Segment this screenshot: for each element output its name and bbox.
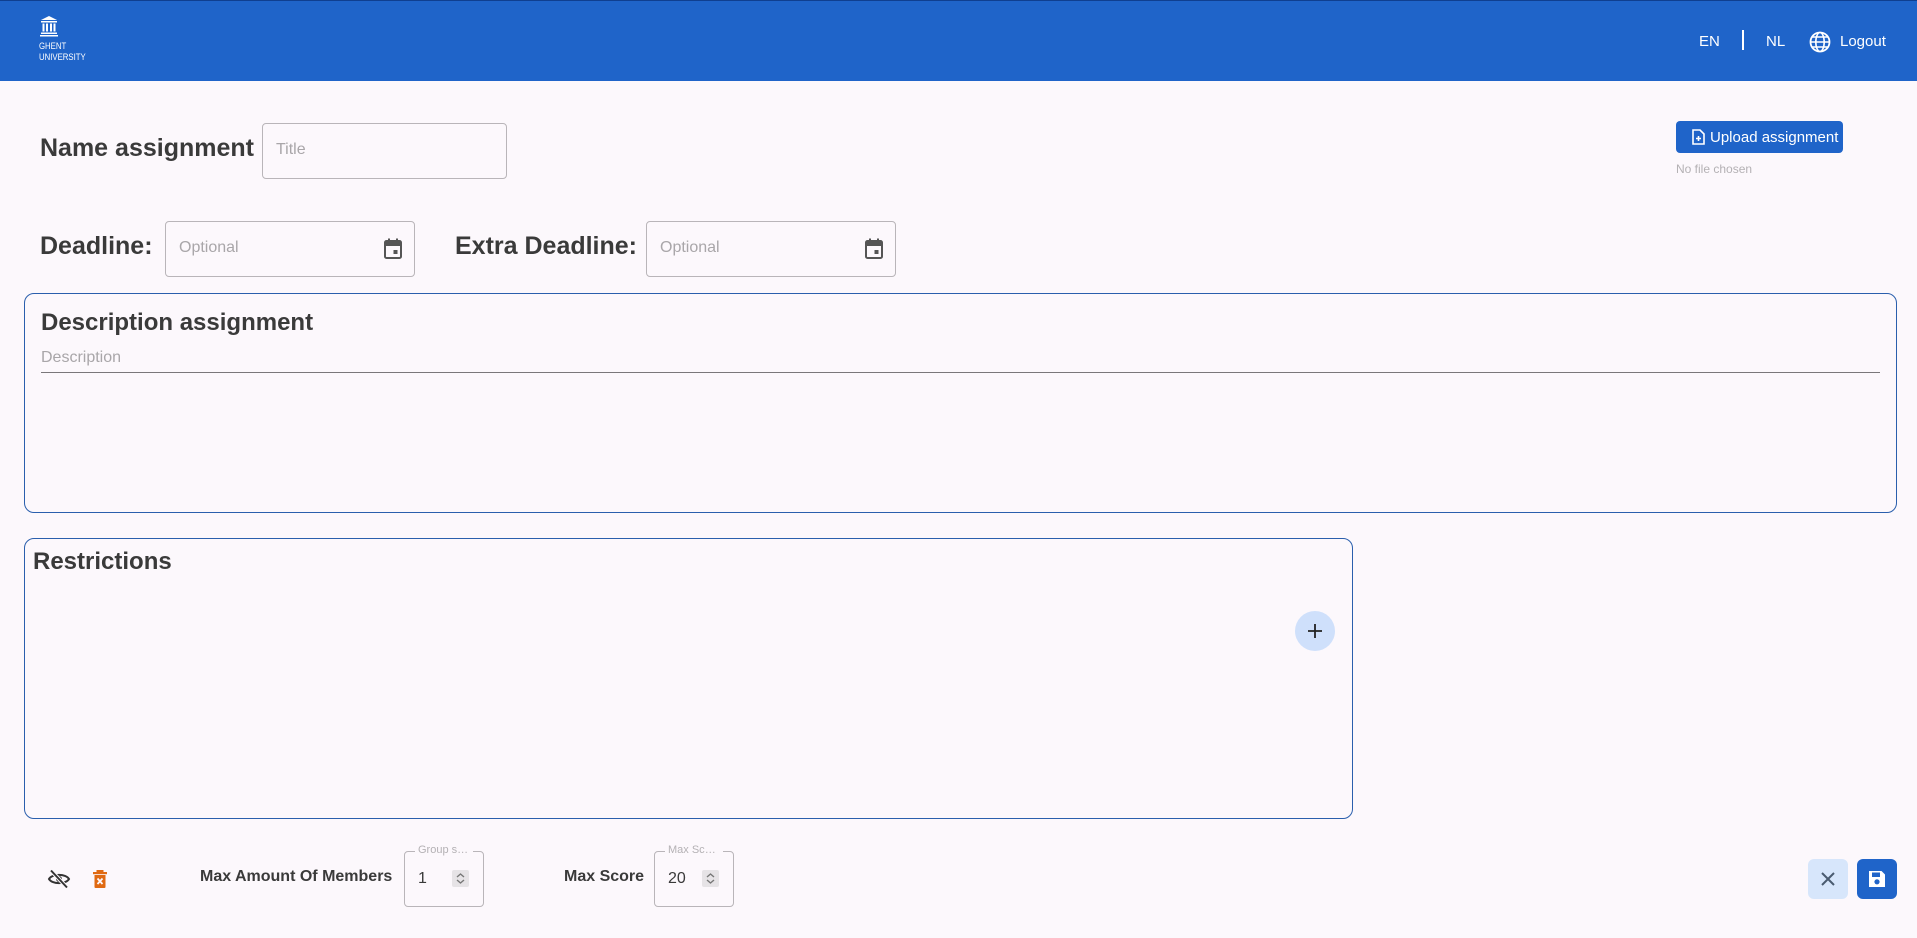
deadline-placeholder: Optional	[179, 239, 239, 256]
upload-assignment-label: Upload assignment	[1710, 129, 1839, 146]
logout-link[interactable]: Logout	[1840, 33, 1886, 50]
globe-icon[interactable]	[1808, 30, 1832, 54]
extra-deadline-input[interactable]: Optional	[646, 221, 896, 277]
description-underline	[41, 372, 1880, 373]
spinner-arrows-icon	[456, 873, 465, 884]
logo-text: GHENT UNIVERSITY	[39, 41, 86, 63]
delete-icon[interactable]	[88, 867, 112, 891]
calendar-icon[interactable]	[383, 238, 403, 260]
deadline-input[interactable]: Optional	[165, 221, 415, 277]
file-upload-icon	[1692, 129, 1705, 145]
restrictions-panel: Restrictions	[24, 538, 1353, 819]
spinner-arrows-icon	[706, 873, 715, 884]
language-divider	[1742, 30, 1744, 50]
top-app-bar: GHENT UNIVERSITY EN NL Logout	[0, 0, 1917, 81]
description-panel: Description assignment Description	[24, 293, 1897, 513]
max-members-label: Max Amount Of Members	[200, 868, 393, 885]
max-members-input[interactable]: Group size 1	[404, 844, 484, 907]
university-logo[interactable]: GHENT UNIVERSITY	[36, 15, 86, 65]
max-score-spinner[interactable]	[702, 870, 719, 887]
language-en-link[interactable]: EN	[1699, 33, 1720, 50]
close-icon	[1821, 872, 1835, 886]
cancel-button[interactable]	[1808, 859, 1848, 899]
visibility-off-icon[interactable]	[47, 867, 71, 891]
max-score-input[interactable]: Max Score 20	[654, 844, 734, 907]
upload-assignment-button[interactable]: Upload assignment	[1676, 121, 1843, 153]
name-assignment-label: Name assignment	[40, 134, 254, 162]
language-nl-link[interactable]: NL	[1766, 33, 1785, 50]
description-title: Description assignment	[41, 309, 314, 336]
restrictions-title: Restrictions	[33, 548, 172, 575]
max-members-spinner[interactable]	[452, 870, 469, 887]
extra-deadline-placeholder: Optional	[660, 239, 720, 256]
max-score-legend: Max Score	[665, 844, 723, 856]
save-icon	[1869, 871, 1885, 887]
add-restriction-button[interactable]	[1295, 611, 1335, 651]
max-score-value: 20	[668, 870, 686, 887]
max-members-value: 1	[418, 870, 427, 887]
description-textarea[interactable]: Description	[41, 349, 121, 367]
deadline-label: Deadline:	[40, 232, 153, 260]
calendar-icon[interactable]	[864, 238, 884, 260]
title-input[interactable]: Title	[262, 123, 507, 179]
max-members-legend: Group size	[415, 844, 473, 856]
no-file-chosen-text: No file chosen	[1676, 162, 1753, 176]
max-score-label: Max Score	[564, 868, 645, 885]
plus-icon	[1308, 624, 1322, 638]
save-button[interactable]	[1857, 859, 1897, 899]
building-icon	[40, 16, 58, 37]
extra-deadline-label: Extra Deadline:	[455, 232, 638, 260]
title-placeholder: Title	[276, 141, 306, 158]
